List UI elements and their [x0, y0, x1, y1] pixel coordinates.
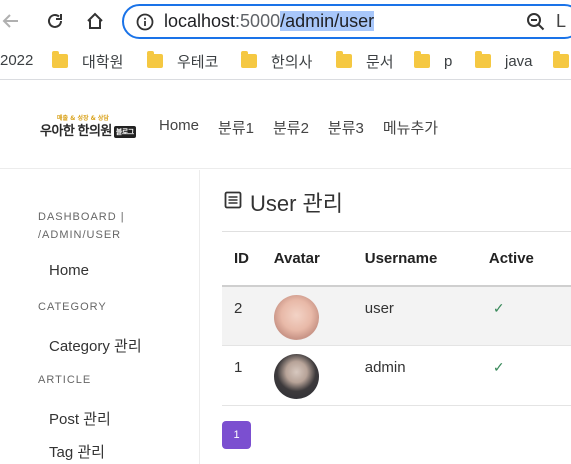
bookmark-label: 한의사 [271, 53, 313, 71]
folder-icon [553, 51, 569, 68]
logo-name: 우아한 한의원 블로그 [40, 120, 136, 139]
cell-username: admin [364, 345, 489, 406]
bookmark-folder[interactable]: java [475, 50, 533, 72]
bookmark-label: java [505, 52, 533, 70]
table-header-row: ID Avatar Username Active [222, 231, 571, 287]
cell-avatar [273, 285, 365, 346]
nav-add-menu[interactable]: 메뉴추가 [383, 117, 438, 138]
column-header-id: ID [222, 231, 274, 287]
sidebar-item-home[interactable]: Home [49, 262, 89, 279]
avatar [273, 354, 319, 399]
address-bar[interactable]: localhost:5000/admin/user L [122, 4, 571, 39]
site-header: 매출 & 성장 & 상담 우아한 한의원 블로그 Home 분류1 분류2 분류3… [0, 81, 571, 169]
folder-icon [52, 51, 68, 68]
sidebar-item-tag[interactable]: Tag 관리 [49, 441, 105, 462]
bookmark-folder[interactable]: 대학원 [52, 50, 123, 72]
url-text[interactable]: localhost:5000/admin/user [164, 11, 375, 32]
cell-active: ✓ [488, 345, 571, 406]
site-logo[interactable]: 매출 & 성장 & 상담 우아한 한의원 블로그 [40, 113, 136, 139]
check-icon: ✓ [492, 299, 505, 316]
url-port: :5000 [235, 11, 281, 31]
browser-toolbar: localhost:5000/admin/user L [0, 0, 571, 44]
avatar [273, 294, 319, 340]
user-table-container: ID Avatar Username Active 2 user ✓ 1 adm… [222, 231, 571, 406]
nav-category-1[interactable]: 분류1 [218, 117, 254, 138]
home-icon[interactable] [84, 10, 106, 32]
list-icon [224, 191, 242, 213]
url-path-selected: /admin/user [280, 11, 375, 31]
zoom-icon[interactable] [526, 12, 546, 36]
logo-badge: 블로그 [113, 125, 136, 138]
pagination-page-button[interactable]: 1 [222, 421, 251, 449]
top-nav: Home 분류1 분류2 분류3 메뉴추가 [159, 117, 457, 138]
bookmark-folder-partial[interactable] [553, 50, 571, 72]
column-header-active: Active [488, 231, 571, 287]
nav-category-2[interactable]: 분류2 [273, 117, 309, 138]
folder-icon [414, 51, 430, 68]
bookmark-label: 대학원 [82, 53, 124, 71]
column-header-avatar: Avatar [273, 231, 365, 287]
info-icon[interactable] [136, 13, 154, 35]
sidebar-heading-dashboard: DASHBOARD | /ADMIN/USER [38, 211, 125, 241]
bookmark-2022[interactable]: 2022 [0, 52, 33, 69]
logo-name-text: 우아한 한의원 [40, 123, 112, 138]
bookmark-folder[interactable]: p [414, 50, 452, 72]
folder-icon [475, 51, 491, 68]
cell-username: user [364, 285, 489, 346]
bookmark-folder[interactable]: 문서 [336, 50, 394, 72]
nav-category-3[interactable]: 분류3 [328, 117, 364, 138]
bookmark-folder[interactable]: 우테코 [147, 50, 218, 72]
url-host: localhost [164, 11, 236, 31]
sidebar-heading-category: CATEGORY [38, 301, 107, 313]
cell-avatar [273, 345, 365, 406]
table-row[interactable]: 2 user ✓ [222, 285, 571, 346]
sidebar-item-post[interactable]: Post 관리 [49, 408, 111, 429]
folder-icon [147, 51, 163, 68]
back-arrow-icon[interactable] [0, 10, 22, 32]
cell-id: 1 [222, 345, 274, 406]
address-trailing-text: L [556, 11, 567, 31]
folder-icon [241, 51, 257, 68]
sidebar-heading-article: ARTICLE [38, 374, 92, 386]
table-row[interactable]: 1 admin ✓ [222, 345, 571, 406]
reload-icon[interactable] [44, 10, 66, 32]
sidebar-item-category[interactable]: Category 관리 [49, 335, 142, 356]
user-table: ID Avatar Username Active 2 user ✓ 1 adm… [222, 231, 571, 406]
column-header-username: Username [364, 231, 489, 287]
bookmark-label: 문서 [366, 53, 394, 71]
cell-active: ✓ [488, 285, 571, 346]
page-title-text: User 관리 [250, 191, 344, 216]
check-icon: ✓ [492, 359, 505, 375]
folder-icon [336, 51, 352, 68]
nav-home[interactable]: Home [159, 117, 199, 138]
bookmark-folder[interactable]: 한의사 [241, 50, 312, 72]
bookmark-label: 우테코 [177, 53, 219, 71]
bookmark-label: p [444, 52, 453, 70]
cell-id: 2 [222, 285, 274, 346]
page-title: User 관리 [224, 186, 343, 218]
sidebar: DASHBOARD | /ADMIN/USER Home CATEGORY Ca… [0, 170, 200, 464]
bookmarks-bar: 2022 대학원 우테코 한의사 문서 p java [0, 44, 571, 80]
